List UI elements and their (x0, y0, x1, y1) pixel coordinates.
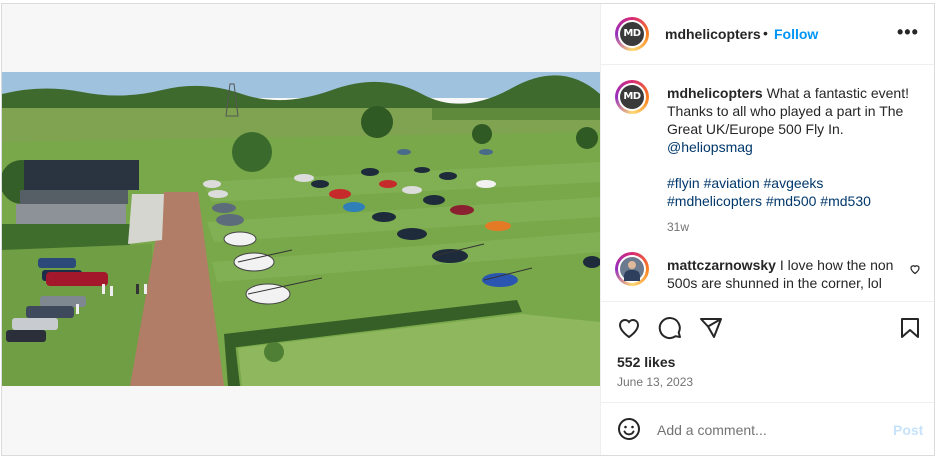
commenter-avatar[interactable] (615, 252, 649, 286)
comment: mattczarnowsky I love how the non 500s a… (667, 256, 903, 292)
comment-icon[interactable] (658, 316, 682, 345)
caption-username[interactable]: mdhelicopters (667, 85, 763, 101)
action-bar (601, 301, 934, 362)
avatar-logo: MD (620, 22, 644, 46)
post-date: June 13, 2023 (617, 375, 694, 389)
heart-icon[interactable] (617, 316, 641, 345)
post-photo[interactable] (2, 72, 600, 386)
likes-count[interactable]: 552 likes (617, 354, 675, 370)
comment-username[interactable]: mattczarnowsky (667, 257, 776, 273)
post-header: MD mdhelicopters • Follow ••• (601, 4, 934, 65)
share-icon[interactable] (699, 316, 723, 345)
comment-like-heart-icon[interactable] (909, 262, 921, 280)
header-username[interactable]: mdhelicopters (665, 26, 761, 42)
mention-link[interactable]: @heliopsmag (667, 139, 753, 155)
profile-avatar[interactable]: MD (615, 17, 649, 51)
post-caption: mdhelicopters What a fantastic event! Th… (667, 84, 917, 236)
commenter-photo (620, 257, 644, 281)
follow-button[interactable]: Follow (774, 26, 818, 42)
separator-dot: • (763, 25, 768, 41)
post-media (2, 4, 601, 455)
more-horizontal-icon[interactable]: ••• (897, 22, 919, 43)
comments-section: MD mdhelicopters What a fantastic event!… (601, 66, 934, 298)
caption-age: 31w (667, 220, 690, 234)
add-comment-input[interactable]: Add a comment... (657, 422, 767, 438)
bookmark-icon[interactable] (898, 316, 922, 345)
post-sidebar: MD mdhelicopters • Follow ••• MD mdhelic… (601, 4, 934, 455)
hashtags[interactable]: #flyin #aviation #avgeeks #mdhelicopters… (667, 175, 871, 209)
caption-avatar-logo: MD (620, 85, 644, 109)
emoji-icon[interactable] (617, 417, 641, 446)
add-comment-bar: Add a comment... Post (601, 402, 934, 455)
caption-avatar[interactable]: MD (615, 80, 649, 114)
post-button[interactable]: Post (893, 422, 923, 438)
instagram-post: MD mdhelicopters • Follow ••• MD mdhelic… (1, 3, 935, 456)
